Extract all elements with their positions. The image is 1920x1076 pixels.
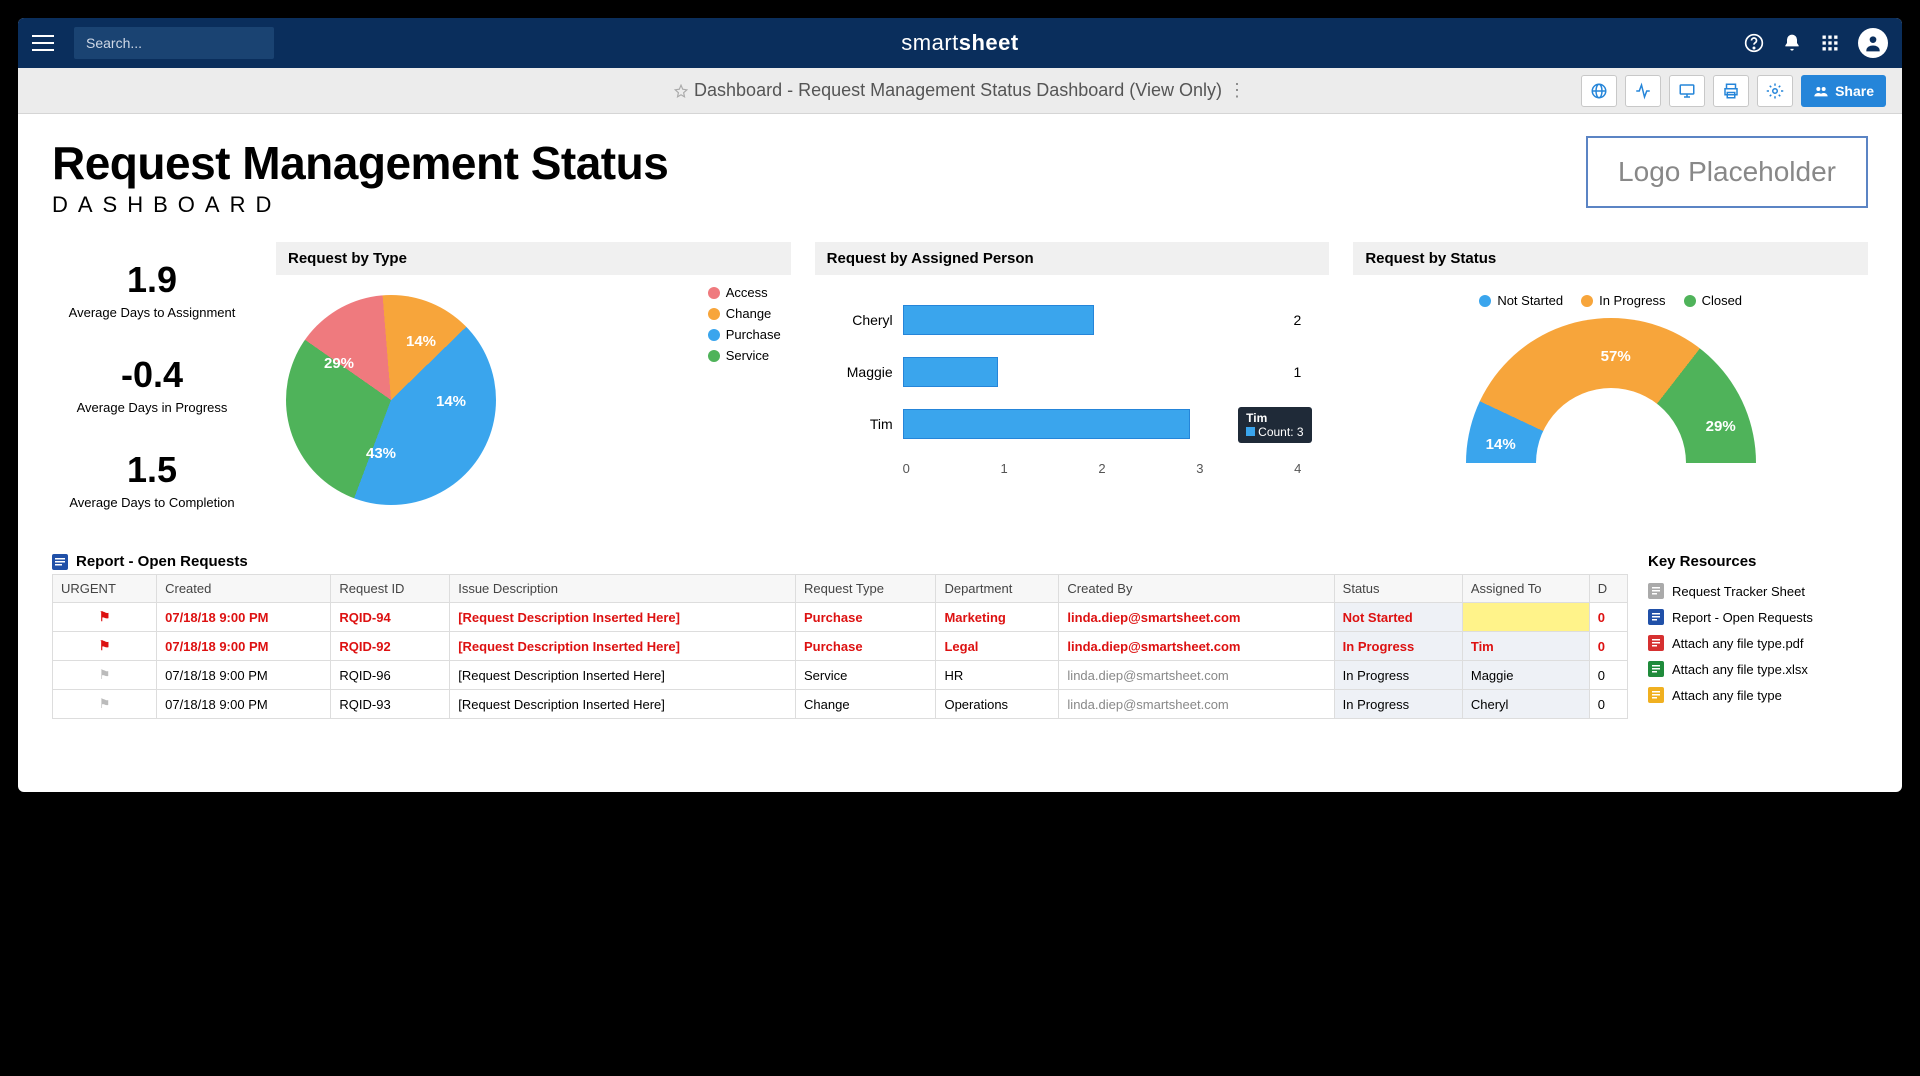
table-header[interactable]: Issue Description (450, 575, 796, 603)
bar-value: 1 (1294, 364, 1302, 380)
table-header[interactable]: Created (157, 575, 331, 603)
key-resources: Key Resources Request Tracker SheetRepor… (1648, 553, 1868, 719)
metric-label: Average Days to Assignment (52, 305, 252, 320)
table-row[interactable]: ⚑07/18/18 9:00 PMRQID-94[Request Descrip… (53, 603, 1628, 632)
metric-value: 1.5 (52, 449, 252, 491)
brand-logo: smartsheet (901, 30, 1018, 56)
table-row[interactable]: ⚑07/18/18 9:00 PMRQID-96[Request Descrip… (53, 661, 1628, 690)
table-row[interactable]: ⚑07/18/18 9:00 PMRQID-93[Request Descrip… (53, 690, 1628, 719)
table-header[interactable]: Assigned To (1462, 575, 1589, 603)
page-subtitle: DASHBOARD (52, 192, 668, 218)
pie-chart[interactable]: 14% 14% 43% 29% (286, 295, 496, 505)
panel-header: Request by Status (1353, 242, 1868, 275)
report-table[interactable]: URGENTCreatedRequest IDIssue Description… (52, 574, 1628, 719)
table-header[interactable]: Request Type (796, 575, 936, 603)
avatar[interactable] (1858, 28, 1888, 58)
panel-request-by-type: Request by Type 14% 14% 43% 29% Access C… (276, 242, 791, 527)
table-header[interactable]: Department (936, 575, 1059, 603)
search-input-wrap[interactable] (74, 27, 274, 59)
globe-button[interactable] (1581, 75, 1617, 107)
pie-slice-label: 43% (366, 445, 396, 462)
share-button[interactable]: Share (1801, 75, 1886, 107)
donut-slice-label: 29% (1706, 418, 1736, 435)
page-title: Request Management Status (52, 136, 668, 190)
table-header[interactable]: Created By (1059, 575, 1334, 603)
resource-link[interactable]: Report - Open Requests (1648, 604, 1868, 630)
print-button[interactable] (1713, 75, 1749, 107)
settings-button[interactable] (1757, 75, 1793, 107)
resource-link[interactable]: Attach any file type.pdf (1648, 630, 1868, 656)
document-toolbar: Dashboard - Request Management Status Da… (18, 68, 1902, 114)
bar-axis: 01234 (833, 461, 1302, 476)
donut-slice-label: 14% (1486, 436, 1516, 453)
donut-legend: Not Started In Progress Closed (1361, 285, 1860, 318)
report-icon (52, 554, 68, 570)
chart-tooltip: TimCount: 3 (1238, 407, 1311, 443)
resources-title: Key Resources (1648, 553, 1868, 570)
logo-placeholder: Logo Placeholder (1586, 136, 1868, 208)
help-icon[interactable] (1744, 33, 1764, 53)
panel-request-by-status: Request by Status Not Started In Progres… (1353, 242, 1868, 527)
donut-chart[interactable]: 14% 57% 29% (1466, 318, 1756, 468)
report-title: Report - Open Requests (76, 553, 248, 570)
metric-label: Average Days to Completion (52, 495, 252, 510)
search-input[interactable] (86, 35, 267, 51)
present-button[interactable] (1669, 75, 1705, 107)
metric-label: Average Days in Progress (52, 400, 252, 415)
bar-value: 2 (1294, 312, 1302, 328)
star-icon[interactable] (674, 84, 688, 98)
menu-icon[interactable] (32, 35, 54, 51)
bell-icon[interactable] (1782, 33, 1802, 53)
table-row[interactable]: ⚑07/18/18 9:00 PMRQID-92[Request Descrip… (53, 632, 1628, 661)
resource-link[interactable]: Request Tracker Sheet (1648, 578, 1868, 604)
report-open-requests: Report - Open Requests URGENTCreatedRequ… (52, 553, 1628, 719)
bar-label: Cheryl (833, 312, 893, 328)
table-header[interactable]: Request ID (331, 575, 450, 603)
activity-button[interactable] (1625, 75, 1661, 107)
panel-request-by-person: Request by Assigned Person Cheryl 2 Maggi… (815, 242, 1330, 527)
bar-chart[interactable]: Cheryl2 Maggie1 TimTimCount: 33 01234 (823, 285, 1322, 476)
apps-icon[interactable] (1820, 33, 1840, 53)
resource-link[interactable]: Attach any file type.xlsx (1648, 656, 1868, 682)
pie-slice-label: 14% (436, 393, 466, 410)
metric-value: 1.9 (52, 259, 252, 301)
top-nav: smartsheet (18, 18, 1902, 68)
resource-link[interactable]: Attach any file type (1648, 682, 1868, 708)
metrics-column: 1.9 Average Days to Assignment -0.4 Averag… (52, 242, 252, 527)
pie-slice-label: 29% (324, 355, 354, 372)
donut-slice-label: 57% (1601, 348, 1631, 365)
bar-label: Maggie (833, 364, 893, 380)
more-icon[interactable]: ⋮ (1228, 80, 1246, 101)
table-header[interactable]: URGENT (53, 575, 157, 603)
bar-label: Tim (833, 416, 893, 432)
document-title: Dashboard - Request Management Status Da… (674, 80, 1246, 101)
metric-value: -0.4 (52, 354, 252, 396)
panel-header: Request by Assigned Person (815, 242, 1330, 275)
table-header[interactable]: D (1589, 575, 1627, 603)
pie-legend: Access Change Purchase Service (708, 285, 781, 369)
table-header[interactable]: Status (1334, 575, 1462, 603)
panel-header: Request by Type (276, 242, 791, 275)
pie-slice-label: 14% (406, 333, 436, 350)
